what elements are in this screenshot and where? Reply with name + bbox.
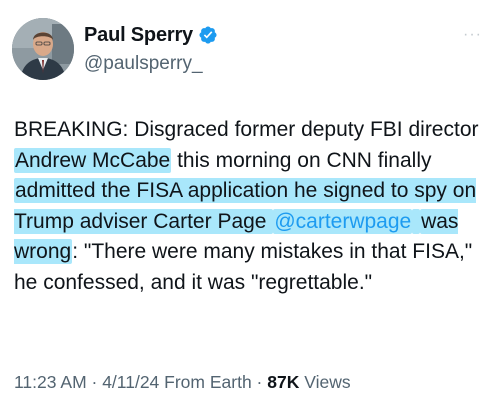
author-name-row[interactable]: Paul Sperry (84, 22, 218, 48)
author-display-name[interactable]: Paul Sperry (84, 24, 193, 47)
tweet-source: From Earth (159, 372, 252, 392)
meta-separator: · (86, 372, 103, 392)
verified-badge-icon (198, 25, 218, 45)
tweet-time[interactable]: 11:23 AM (14, 372, 87, 392)
author-handle[interactable]: @paulsperry_ (84, 53, 203, 75)
tweet-text: BREAKING: Disgraced former deputy FBI di… (14, 115, 492, 298)
tweet-card: Paul Sperry @paulsperry_ ··· BREAKING: D… (0, 0, 500, 411)
highlighted-text: Andrew McCabe (14, 147, 172, 173)
views-label: Views (299, 372, 351, 392)
meta-separator: · (251, 372, 268, 392)
tweet-text-segment: : "There were many mistakes in that FISA… (14, 240, 473, 294)
tweet-meta: 11:23 AM · 4/11/24 From Earth · 87K View… (14, 372, 351, 393)
views-count: 87K (267, 372, 300, 392)
mention-link[interactable]: @carterwpage (273, 208, 413, 234)
tweet-date[interactable]: 4/11/24 (102, 372, 159, 392)
highlighted-text (412, 208, 421, 234)
user-avatar-photo-icon (12, 18, 74, 80)
more-options-icon[interactable]: ··· (463, 26, 482, 44)
tweet-text-segment: this morning on CNN finally (171, 148, 432, 172)
tweet-text-segment: BREAKING: Disgraced former deputy FBI di… (14, 118, 479, 141)
avatar[interactable] (12, 18, 74, 80)
